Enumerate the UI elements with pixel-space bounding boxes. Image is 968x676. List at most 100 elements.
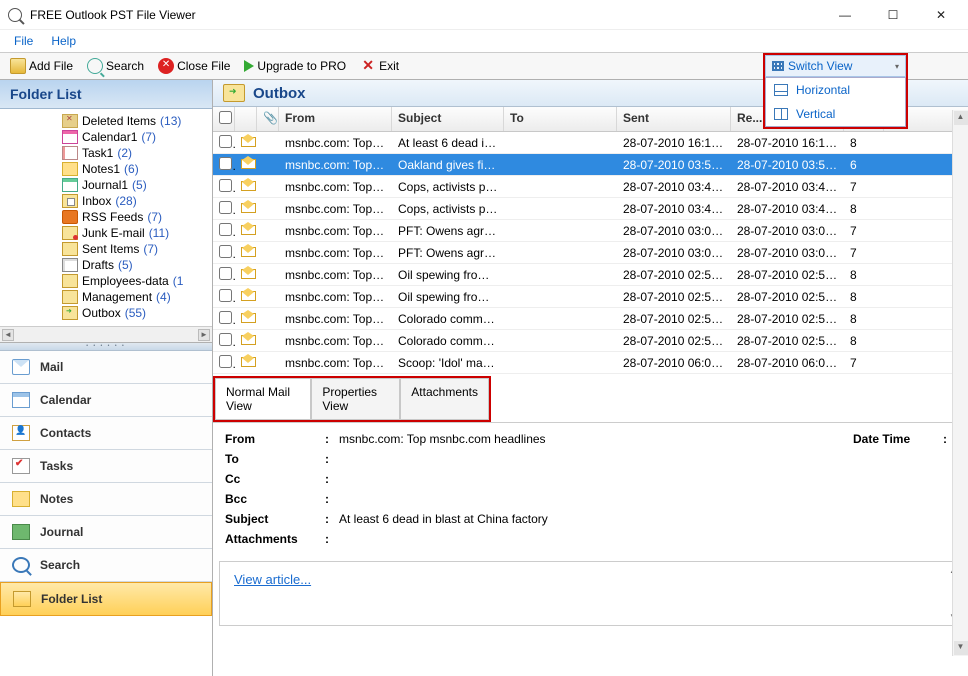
scrollbar-horizontal[interactable]: ◄ ► bbox=[0, 326, 212, 342]
folder-icon bbox=[62, 290, 78, 304]
switch-view-menu: Horizontal Vertical bbox=[765, 77, 906, 127]
nav-journal[interactable]: Journal bbox=[0, 516, 212, 549]
nav-mail[interactable]: Mail bbox=[0, 351, 212, 384]
folder-icon bbox=[62, 242, 78, 256]
row-checkbox[interactable] bbox=[219, 311, 232, 324]
tree-node-notes1[interactable]: Notes1 (6) bbox=[62, 161, 212, 177]
nav-search[interactable]: Search bbox=[0, 549, 212, 582]
table-row[interactable]: msnbc.com: Top m...Scoop: 'Idol' may ...… bbox=[213, 352, 968, 374]
row-checkbox[interactable] bbox=[219, 333, 232, 346]
folder-icon bbox=[62, 178, 78, 192]
upgrade-button[interactable]: Upgrade to PRO bbox=[240, 57, 350, 75]
envelope-icon bbox=[241, 225, 256, 235]
window-title: FREE Outlook PST File Viewer bbox=[30, 8, 832, 22]
nav-tasks[interactable]: Tasks bbox=[0, 450, 212, 483]
tree-node-rss-feeds[interactable]: RSS Feeds (7) bbox=[62, 209, 212, 225]
scrollbar-vertical[interactable]: ▲ ▼ bbox=[952, 110, 968, 656]
row-checkbox[interactable] bbox=[219, 223, 232, 236]
tree-node-calendar1[interactable]: Calendar1 (7) bbox=[62, 129, 212, 145]
tree-node-journal1[interactable]: Journal1 (5) bbox=[62, 177, 212, 193]
label-datetime: Date Time bbox=[853, 432, 953, 446]
search-button[interactable]: Search bbox=[83, 56, 148, 76]
table-row[interactable]: msnbc.com: Top m...Colorado commoti...28… bbox=[213, 330, 968, 352]
table-row[interactable]: msnbc.com: Top m...PFT: Owens agrees...2… bbox=[213, 220, 968, 242]
scroll-right-icon[interactable]: ► bbox=[198, 329, 210, 341]
search-icon bbox=[87, 58, 103, 74]
exit-button[interactable]: ✕Exit bbox=[356, 56, 403, 76]
scroll-up-arrow-icon[interactable]: ▲ bbox=[954, 111, 968, 125]
nav-contacts[interactable]: Contacts bbox=[0, 417, 212, 450]
tree-node-task1[interactable]: Task1 (2) bbox=[62, 145, 212, 161]
vertical-icon bbox=[774, 108, 788, 120]
close-button[interactable]: ✕ bbox=[928, 5, 954, 25]
switch-horizontal[interactable]: Horizontal bbox=[766, 78, 905, 102]
row-checkbox[interactable] bbox=[219, 267, 232, 280]
article-pane: View article... ▲ ▼ bbox=[219, 561, 962, 626]
col-attach[interactable]: 📎 bbox=[257, 107, 279, 131]
envelope-icon bbox=[241, 313, 256, 323]
row-checkbox[interactable] bbox=[219, 179, 232, 192]
switch-view-button[interactable]: Switch View ▾ bbox=[765, 55, 906, 77]
table-row[interactable]: msnbc.com: Top m...Cops, activists pre..… bbox=[213, 198, 968, 220]
folder-tree[interactable]: Deleted Items (13)Calendar1 (7)Task1 (2)… bbox=[0, 109, 212, 343]
table-row[interactable]: msnbc.com: Top m...Oil spewing from ...2… bbox=[213, 286, 968, 308]
tree-node-junk-e-mail[interactable]: Junk E-mail (11) bbox=[62, 225, 212, 241]
nav-folder-list[interactable]: Folder List bbox=[0, 582, 212, 616]
table-row[interactable]: msnbc.com: Top m...Oil spewing from ...2… bbox=[213, 264, 968, 286]
tree-node-deleted-items[interactable]: Deleted Items (13) bbox=[62, 113, 212, 129]
row-checkbox[interactable] bbox=[219, 245, 232, 258]
view-article-link[interactable]: View article... bbox=[234, 572, 311, 587]
row-checkbox[interactable] bbox=[219, 201, 232, 214]
table-row[interactable]: msnbc.com: Top m...At least 6 dead in ..… bbox=[213, 132, 968, 154]
folder-icon bbox=[62, 258, 78, 272]
envelope-icon bbox=[241, 335, 256, 345]
selectall-checkbox[interactable] bbox=[219, 111, 232, 124]
row-checkbox[interactable] bbox=[219, 135, 232, 148]
col-icon[interactable] bbox=[235, 107, 257, 131]
col-from[interactable]: From bbox=[279, 107, 392, 131]
tab-attachments[interactable]: Attachments bbox=[400, 378, 489, 420]
row-checkbox[interactable] bbox=[219, 157, 232, 170]
nav-notes[interactable]: Notes bbox=[0, 483, 212, 516]
envelope-icon bbox=[241, 269, 256, 279]
app-icon bbox=[8, 8, 22, 22]
calendar-icon bbox=[12, 392, 30, 408]
scroll-left-icon[interactable]: ◄ bbox=[2, 329, 14, 341]
maximize-button[interactable]: ☐ bbox=[880, 5, 906, 25]
tree-node-sent-items[interactable]: Sent Items (7) bbox=[62, 241, 212, 257]
table-row[interactable]: msnbc.com: Top m...Colorado commoti...28… bbox=[213, 308, 968, 330]
row-checkbox[interactable] bbox=[219, 355, 232, 368]
menu-help[interactable]: Help bbox=[51, 34, 76, 48]
addfile-button[interactable]: Add File bbox=[6, 56, 77, 76]
menu-file[interactable]: File bbox=[14, 34, 33, 48]
nav-calendar[interactable]: Calendar bbox=[0, 384, 212, 417]
journal-icon bbox=[12, 524, 30, 540]
folder-add-icon bbox=[10, 58, 26, 74]
tree-node-employees-data[interactable]: Employees-data (1 bbox=[62, 273, 212, 289]
mail-icon bbox=[12, 359, 30, 375]
tab-properties[interactable]: Properties View bbox=[311, 378, 400, 420]
tree-node-drafts[interactable]: Drafts (5) bbox=[62, 257, 212, 273]
envelope-icon bbox=[241, 247, 256, 257]
table-row[interactable]: msnbc.com: Top m...PFT: Owens agrees...2… bbox=[213, 242, 968, 264]
folder-icon bbox=[62, 306, 78, 320]
tabs-highlight: Normal Mail View Properties View Attachm… bbox=[213, 376, 491, 422]
minimize-button[interactable]: — bbox=[832, 5, 858, 25]
table-row[interactable]: msnbc.com: Top m...Cops, activists pre..… bbox=[213, 176, 968, 198]
tab-normal[interactable]: Normal Mail View bbox=[215, 378, 311, 420]
envelope-icon bbox=[241, 181, 256, 191]
label-from: From bbox=[225, 432, 325, 446]
scroll-down-arrow-icon[interactable]: ▼ bbox=[954, 641, 968, 655]
folder-icon bbox=[62, 194, 78, 208]
tree-node-outbox[interactable]: Outbox (55) bbox=[62, 305, 212, 321]
switch-vertical[interactable]: Vertical bbox=[766, 102, 905, 126]
table-row[interactable]: msnbc.com: Top m...Oakland gives fina...… bbox=[213, 154, 968, 176]
col-sent[interactable]: Sent bbox=[617, 107, 731, 131]
tree-node-inbox[interactable]: Inbox (28) bbox=[62, 193, 212, 209]
tree-node-management[interactable]: Management (4) bbox=[62, 289, 212, 305]
row-checkbox[interactable] bbox=[219, 289, 232, 302]
closefile-button[interactable]: ✕Close File bbox=[154, 56, 234, 76]
col-to[interactable]: To bbox=[504, 107, 617, 131]
pane-splitter[interactable]: • • • • • • bbox=[0, 343, 212, 351]
col-subject[interactable]: Subject bbox=[392, 107, 504, 131]
